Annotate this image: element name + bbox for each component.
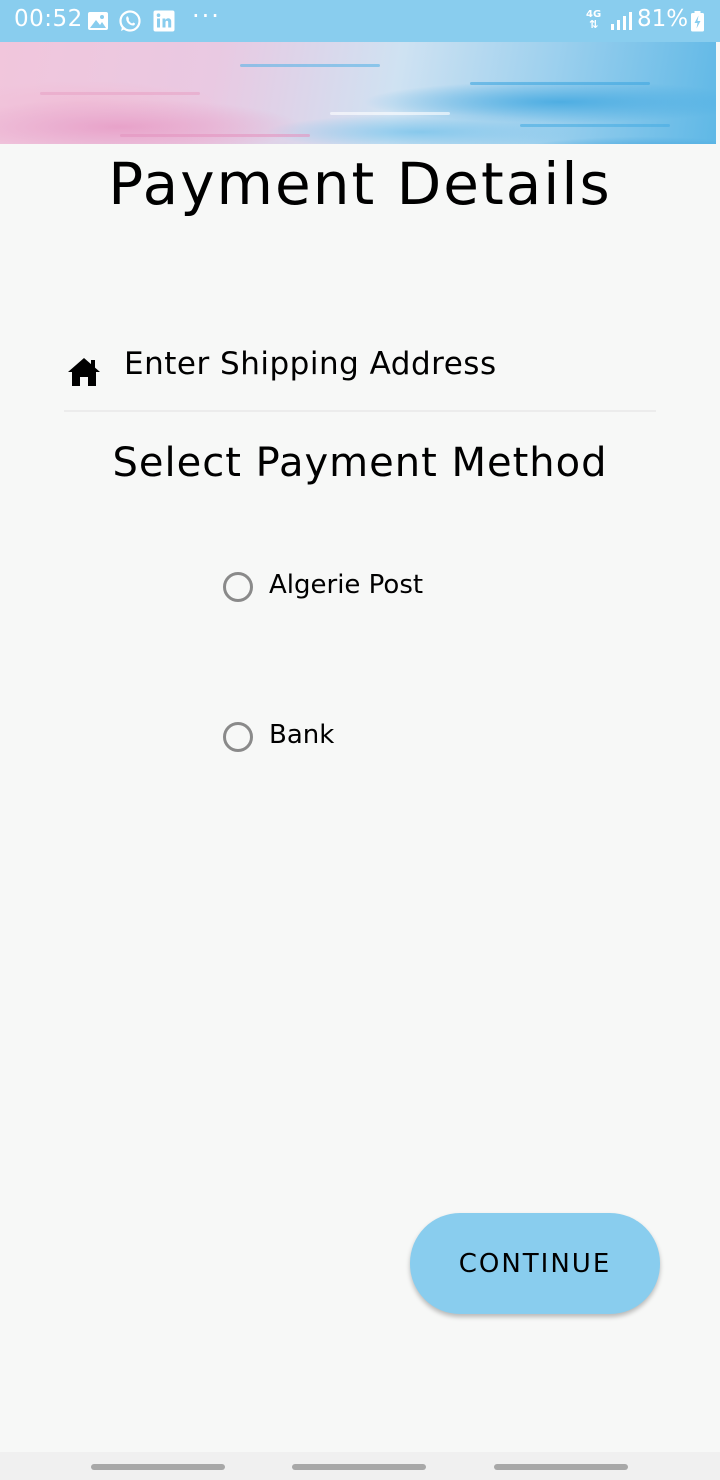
battery-percent: 81% <box>637 6 689 32</box>
radio-option-algerie-post[interactable]: Algerie Post <box>222 570 522 610</box>
shipping-address-field[interactable]: Enter Shipping Address <box>64 340 656 412</box>
whatsapp-icon <box>119 10 141 32</box>
payment-details-screen: 00:52 ··· 4G ⇅ 81% Payment Details Enter… <box>0 0 720 1480</box>
shipping-address-input[interactable]: Enter Shipping Address <box>124 346 644 382</box>
linkedin-icon <box>153 10 175 32</box>
payment-method-title: Select Payment Method <box>112 440 608 486</box>
input-underline <box>64 410 656 412</box>
radio-label: Bank <box>269 720 335 750</box>
radio-label: Algerie Post <box>269 570 424 600</box>
network-type: 4G ⇅ <box>586 9 602 31</box>
continue-button[interactable]: CONTINUE <box>410 1213 660 1314</box>
navigation-bar <box>0 1452 720 1480</box>
page-title: Payment Details <box>108 150 612 218</box>
radio-option-bank[interactable]: Bank <box>222 720 522 760</box>
nav-back-gesture[interactable] <box>91 1464 225 1470</box>
status-time: 00:52 <box>14 6 83 32</box>
radio-button[interactable] <box>223 722 253 752</box>
home-icon <box>68 358 100 386</box>
radio-button[interactable] <box>223 572 253 602</box>
nav-home-gesture[interactable] <box>292 1464 426 1470</box>
image-icon <box>88 12 108 30</box>
status-bar: 00:52 ··· 4G ⇅ 81% <box>0 0 720 42</box>
nav-recents-gesture[interactable] <box>494 1464 628 1470</box>
signal-icon <box>611 12 632 30</box>
more-notifications-icon: ··· <box>192 2 221 30</box>
header-banner-image <box>0 42 716 144</box>
battery-charging-icon <box>691 11 704 32</box>
